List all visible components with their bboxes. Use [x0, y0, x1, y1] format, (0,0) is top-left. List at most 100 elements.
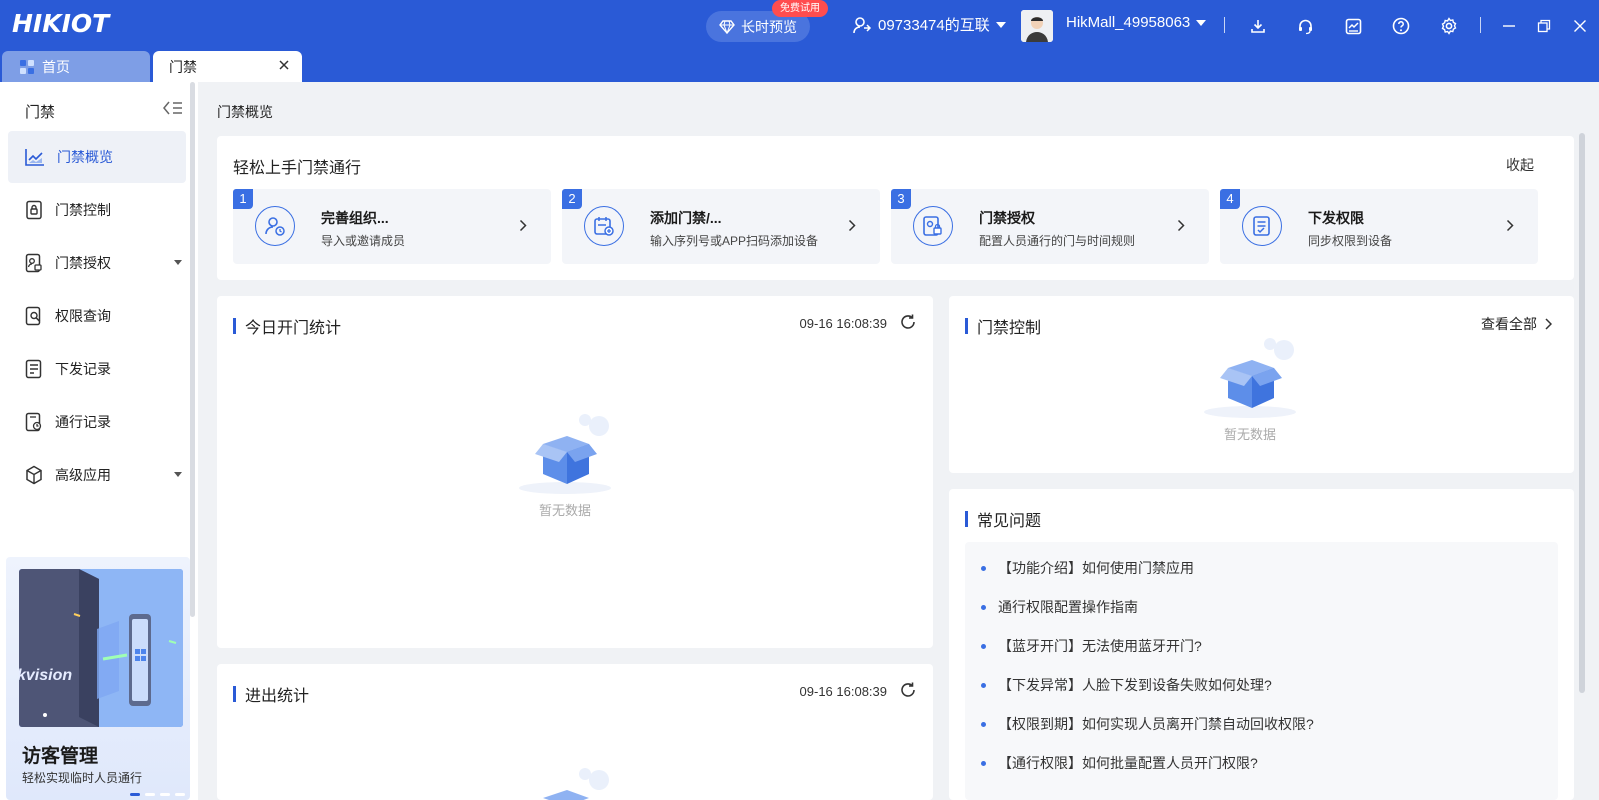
monitor-icon[interactable]: [1342, 15, 1364, 37]
chevron-down-icon: [1196, 19, 1207, 26]
collapse-sidebar-icon[interactable]: [162, 100, 184, 119]
sidebar-item-authorization[interactable]: 门禁授权: [8, 237, 186, 289]
sidebar-item-issue-records[interactable]: 下发记录: [8, 343, 186, 395]
tab-access-control-label: 门禁: [169, 58, 197, 75]
bullet-dot: [981, 604, 986, 610]
sidebar-item-label: 门禁授权: [55, 255, 111, 271]
sidebar-item-permission-query[interactable]: 权限查询: [8, 290, 186, 342]
sidebar-scrollbar[interactable]: [190, 82, 195, 617]
faq-item[interactable]: 【权限到期】如何实现人员离开门禁自动回收权限?: [981, 714, 1314, 734]
username: HikMall_49958063: [1066, 14, 1191, 31]
promo-subtitle: 轻松实现临时人员通行: [22, 771, 143, 785]
long-preview-label: 长时预览: [741, 18, 797, 35]
home-grid-icon: [20, 59, 34, 74]
refresh-icon[interactable]: [899, 681, 917, 702]
faq-item[interactable]: 【通行权限】如何批量配置人员开门权限?: [981, 753, 1258, 773]
guide-title: 轻松上手门禁通行: [233, 160, 362, 177]
tab-access-control[interactable]: 门禁: [153, 51, 302, 82]
chevron-right-icon: [1506, 219, 1514, 232]
promo-carousel-dots[interactable]: [130, 793, 185, 796]
faq-item[interactable]: 【蓝牙开门】无法使用蓝牙开门?: [981, 636, 1202, 656]
issue-list-icon: [1242, 206, 1282, 246]
guide-step-add-device[interactable]: 2 添加门禁/... 输入序列号或APP扫码添加设备: [562, 189, 880, 264]
guide-collapse-button[interactable]: 收起: [1506, 155, 1534, 175]
settings-gear-icon[interactable]: [1438, 15, 1460, 37]
guide-step-authorization[interactable]: 3 门禁授权 配置人员通行的门与时间规则: [891, 189, 1209, 264]
sidebar-item-door-control[interactable]: 门禁控制: [8, 184, 186, 236]
main-scrollbar[interactable]: [1579, 133, 1585, 693]
bullet-dot: [981, 682, 986, 688]
carousel-dot[interactable]: [145, 793, 155, 796]
door-lock-icon: [26, 200, 42, 220]
download-icon[interactable]: [1247, 15, 1269, 37]
user-avatar[interactable]: [1021, 10, 1053, 42]
empty-state: 暂无数据: [1198, 336, 1302, 443]
step-title: 下发权限: [1308, 210, 1364, 226]
bullet-dot: [981, 643, 986, 649]
guide-step-issue-permission[interactable]: 4 下发权限 同步权限到设备: [1220, 189, 1538, 264]
visitor-promo-banner[interactable]: kvision 访客管理 轻松实现临时人员通行: [6, 557, 190, 800]
user-menu[interactable]: HikMall_49958063: [1066, 14, 1207, 31]
title-accent-bar: [965, 318, 968, 334]
step-description: 配置人员通行的门与时间规则: [979, 234, 1136, 248]
step-number: 4: [1220, 189, 1240, 209]
bullet-dot: [981, 760, 986, 766]
add-device-icon: [584, 206, 624, 246]
guide-step-organization[interactable]: 1 完善组织... 导入或邀请成员: [233, 189, 551, 264]
chevron-right-icon: [1177, 219, 1185, 232]
minimize-icon[interactable]: [1498, 15, 1520, 37]
carousel-dot[interactable]: [160, 793, 170, 796]
sidebar-item-label: 门禁概览: [57, 149, 113, 165]
sidebar-item-label: 通行记录: [55, 414, 111, 430]
faq-item[interactable]: 【功能介绍】如何使用门禁应用: [981, 558, 1194, 578]
step-number: 2: [562, 189, 582, 209]
empty-box-icon: [519, 414, 611, 494]
faq-item-text: 【蓝牙开门】无法使用蓝牙开门?: [998, 638, 1202, 654]
chevron-right-icon: [1545, 318, 1552, 330]
tab-home[interactable]: 首页: [2, 51, 150, 82]
title-accent-bar: [233, 686, 236, 702]
sidebar-item-advanced[interactable]: 高级应用: [8, 449, 186, 501]
headset-icon[interactable]: [1294, 15, 1316, 37]
auth-icon: [913, 206, 953, 246]
panel-title: 今日开门统计: [233, 314, 341, 338]
faq-item-text: 【通行权限】如何批量配置人员开门权限?: [998, 755, 1258, 771]
restore-window-icon[interactable]: [1533, 15, 1555, 37]
sidebar-item-pass-records[interactable]: 通行记录: [8, 396, 186, 448]
faq-item[interactable]: 【下发异常】人脸下发到设备失败如何处理?: [981, 675, 1272, 695]
app-logo: HIKIOT: [12, 9, 110, 38]
carousel-dot[interactable]: [130, 793, 140, 796]
sidebar-item-overview[interactable]: 门禁概览: [8, 131, 186, 183]
update-time: 09-16 16:08:39: [799, 684, 887, 699]
step-description: 导入或邀请成员: [321, 234, 406, 248]
toolbar-divider: [1224, 17, 1225, 33]
view-all-link[interactable]: 查看全部: [1481, 314, 1552, 334]
tab-home-label: 首页: [42, 58, 70, 75]
faq-item-text: 【权限到期】如何实现人员离开门禁自动回收权限?: [998, 716, 1314, 732]
step-title: 门禁授权: [979, 210, 1035, 226]
search-doc-icon: [25, 306, 41, 326]
refresh-icon[interactable]: [899, 313, 917, 334]
org-switcher[interactable]: 09733474的互联: [852, 14, 1006, 35]
empty-state: 暂无数据: [513, 412, 617, 519]
faq-item[interactable]: 通行权限配置操作指南: [981, 597, 1138, 617]
diamond-icon: [719, 19, 735, 34]
title-accent-bar: [965, 511, 968, 527]
org-switch-icon: [853, 16, 872, 33]
door-control-panel: 门禁控制 查看全部 暂无数据: [949, 296, 1574, 473]
panel-title: 门禁控制: [965, 314, 1041, 338]
close-icon[interactable]: [278, 58, 290, 74]
help-icon[interactable]: [1390, 15, 1412, 37]
carousel-dot[interactable]: [175, 793, 185, 796]
sidebar-item-label: 高级应用: [55, 467, 111, 483]
panel-title: 常见问题: [965, 507, 1041, 531]
avatar-icon: [1021, 10, 1053, 42]
chevron-down-icon: [995, 21, 1006, 28]
faq-item-text: 【下发异常】人脸下发到设备失败如何处理?: [998, 677, 1272, 693]
chevron-down-icon: [174, 472, 182, 477]
sidebar-item-label: 门禁控制: [55, 202, 111, 218]
toolbar-divider: [1480, 17, 1481, 33]
close-window-icon[interactable]: [1569, 15, 1591, 37]
cube-icon: [26, 465, 42, 485]
panel-title: 进出统计: [233, 682, 309, 706]
